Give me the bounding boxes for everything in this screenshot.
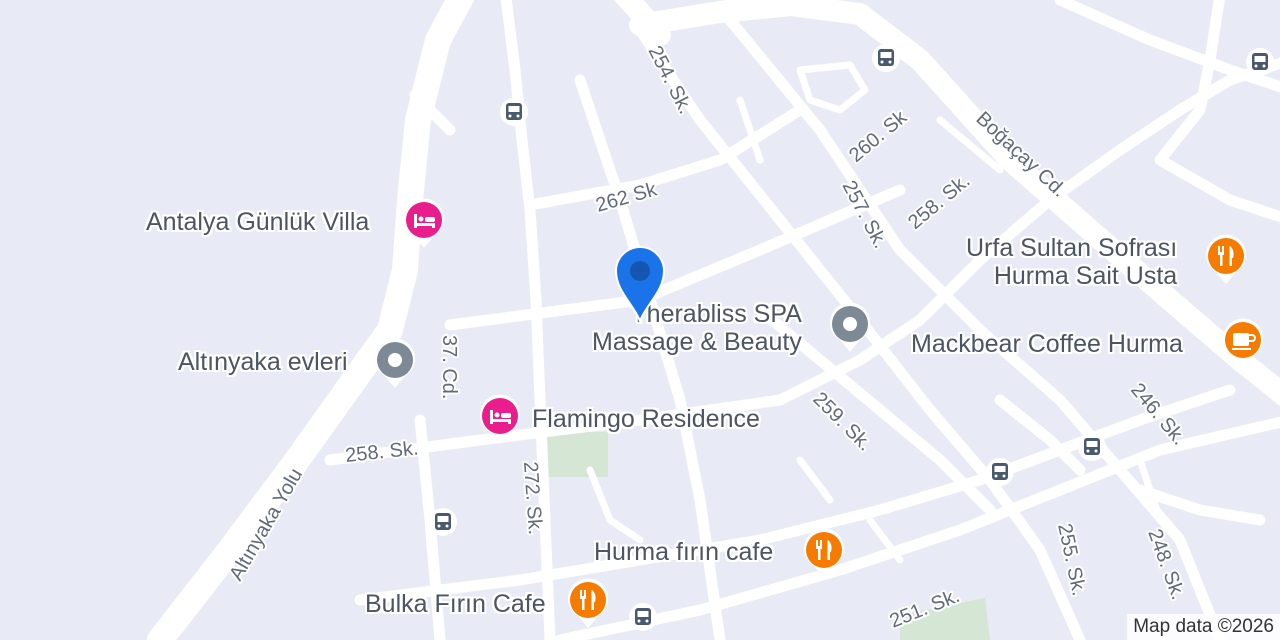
poi-label-bulka-firin-cafe[interactable]: Bulka Fırın Cafe	[365, 590, 546, 619]
poi-label-antalya-gunluk-villa[interactable]: Antalya Günlük Villa	[146, 208, 369, 237]
place-icon[interactable]	[828, 302, 872, 354]
street-label: 258. Sk.	[904, 170, 974, 234]
bus-stop-icon[interactable]	[985, 457, 1015, 487]
coffee-cup-icon[interactable]	[1221, 318, 1265, 370]
street-label: 272. Sk.	[519, 461, 546, 536]
poi-label-mackbear-coffee-hurma[interactable]: Mackbear Coffee Hurma	[911, 330, 1183, 359]
map-canvas[interactable]: 254. Sk. 262 Sk 260. Sk Boğaçay Cd. 257.…	[0, 0, 1280, 640]
fork-knife-icon[interactable]	[802, 528, 846, 580]
fork-knife-icon[interactable]	[566, 578, 610, 630]
poi-label-urfa-sultan-sofrasi[interactable]: Urfa Sultan Sofrası Hurma Sait Usta	[966, 234, 1177, 290]
bus-stop-icon[interactable]	[499, 97, 529, 127]
street-label: 254. Sk.	[644, 42, 697, 117]
street-label: 246. Sk.	[1126, 379, 1190, 449]
location-marker-icon[interactable]	[612, 243, 668, 324]
fork-knife-icon[interactable]	[1204, 234, 1248, 286]
poi-label-altinyaka-evleri[interactable]: Altınyaka evleri	[178, 348, 348, 377]
bus-stop-icon[interactable]	[1245, 47, 1275, 77]
street-label: 258. Sk.	[344, 437, 419, 467]
bus-stop-icon[interactable]	[628, 602, 658, 632]
bus-stop-icon[interactable]	[871, 43, 901, 73]
poi-label-flamingo-residence[interactable]: Flamingo Residence	[532, 405, 760, 434]
poi-label-hurma-firin-cafe[interactable]: Hurma fırın cafe	[594, 538, 773, 567]
bed-icon[interactable]	[478, 394, 522, 446]
bed-icon[interactable]	[402, 198, 446, 250]
street-label: 260. Sk	[845, 106, 912, 167]
street-label: 37. Cd.	[438, 335, 460, 399]
bus-stop-icon[interactable]	[1077, 432, 1107, 462]
place-icon[interactable]	[373, 338, 417, 390]
map-attribution: Map data ©2026	[1127, 614, 1280, 640]
bus-stop-icon[interactable]	[428, 507, 458, 537]
park-area	[538, 432, 608, 477]
